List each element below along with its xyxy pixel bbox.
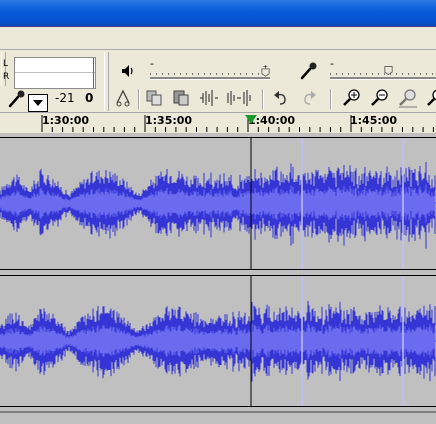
waveform bbox=[0, 138, 436, 269]
trim-audio-icon bbox=[200, 90, 218, 106]
input-slider-ticks bbox=[330, 73, 436, 75]
trim-button[interactable] bbox=[113, 87, 135, 109]
toolbar-grip[interactable] bbox=[104, 52, 109, 86]
fit-selection-icon bbox=[399, 89, 417, 108]
playback-volume-slider[interactable] bbox=[150, 77, 270, 80]
meter-left-label: L bbox=[3, 59, 9, 69]
track-area[interactable] bbox=[0, 133, 436, 424]
audio-track[interactable] bbox=[0, 275, 436, 407]
paste-button[interactable] bbox=[171, 87, 193, 109]
meter-right-label: R bbox=[3, 72, 10, 82]
microphone-icon[interactable] bbox=[6, 89, 28, 109]
copy-icon bbox=[146, 90, 162, 106]
zoom-in-icon bbox=[343, 89, 360, 106]
redo-icon bbox=[304, 91, 316, 105]
input-minus: - bbox=[330, 57, 334, 70]
waveform bbox=[0, 276, 436, 406]
zoom-in-button[interactable] bbox=[341, 87, 363, 109]
zoom-out-icon bbox=[371, 89, 388, 106]
microphone-icon bbox=[300, 62, 317, 80]
undo-button[interactable] bbox=[270, 87, 292, 109]
undo-icon bbox=[274, 91, 286, 105]
volume-slider-ticks bbox=[150, 73, 266, 75]
trim-audio-button[interactable] bbox=[198, 87, 220, 109]
input-level-readout: -21 bbox=[55, 91, 75, 105]
ruler-tick-label: 1:35:00 bbox=[145, 114, 193, 127]
input-source-dropdown[interactable] bbox=[28, 94, 48, 112]
chevron-down-icon bbox=[33, 100, 43, 106]
audio-track[interactable] bbox=[0, 137, 436, 270]
trim-icon bbox=[116, 89, 130, 107]
paste-icon bbox=[173, 90, 189, 106]
silence-button[interactable] bbox=[226, 87, 251, 109]
ruler-tick-label: 1:30:00 bbox=[42, 114, 90, 127]
ruler-tick-label: 1:45:00 bbox=[350, 114, 398, 127]
input-value-readout: 0 bbox=[85, 91, 94, 105]
play-position-marker bbox=[245, 115, 257, 124]
volume-minus: - bbox=[150, 57, 154, 70]
redo-button[interactable] bbox=[298, 87, 320, 109]
silence-icon bbox=[227, 90, 251, 106]
copy-button[interactable] bbox=[144, 87, 166, 109]
menu-bar bbox=[0, 27, 436, 50]
zoom-out-button[interactable] bbox=[369, 87, 391, 109]
track-separator bbox=[0, 411, 436, 413]
fit-project-button[interactable] bbox=[425, 87, 436, 109]
speaker-icon bbox=[122, 65, 133, 77]
input-volume-slider[interactable] bbox=[330, 77, 436, 80]
fit-selection-button[interactable] bbox=[397, 87, 419, 109]
level-meter[interactable] bbox=[14, 57, 96, 89]
playback-volume-thumb[interactable]: + bbox=[261, 64, 270, 77]
input-volume-thumb[interactable] bbox=[384, 64, 393, 77]
timeline-ruler[interactable]: 1:30:00 1:35:00 1:40:00 1:45:00 bbox=[0, 112, 436, 134]
toolbar-grip[interactable] bbox=[104, 85, 109, 111]
fit-project-icon bbox=[427, 89, 436, 106]
window-titlebar bbox=[0, 0, 436, 27]
